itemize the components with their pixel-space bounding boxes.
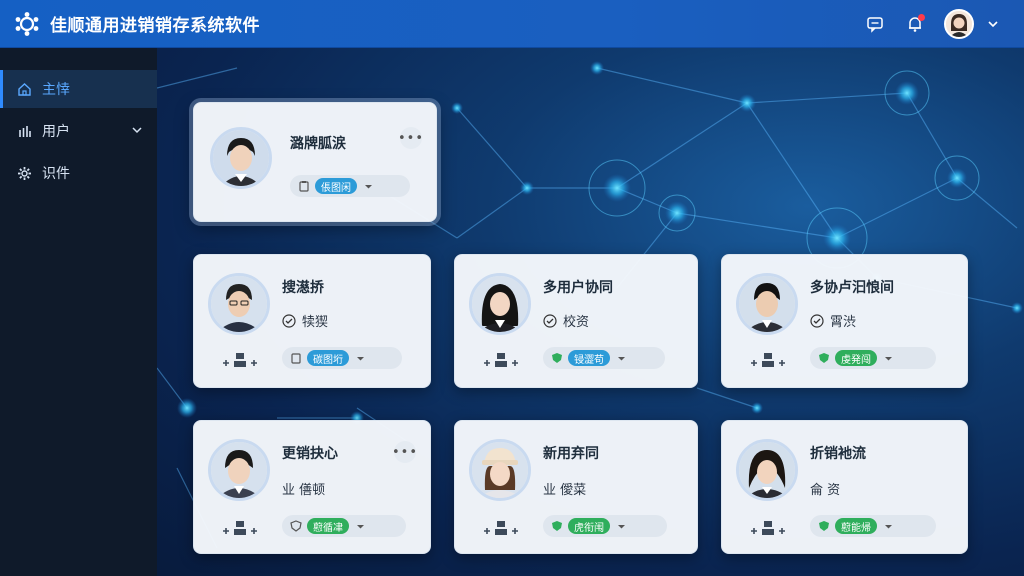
sidebar-item-label: 主悻	[42, 82, 70, 98]
role-tag: 藯能帰	[835, 518, 877, 534]
user-card[interactable]: 搜濨挢 犊猰 碳图垳	[193, 254, 431, 388]
card-status: 业 僐顿	[282, 479, 325, 498]
caret-down-icon	[362, 180, 374, 192]
org-structure-icon[interactable]	[748, 351, 788, 369]
card-status: 校资	[543, 311, 589, 330]
check-circle-icon	[282, 313, 296, 328]
status-text: 校资	[563, 315, 590, 330]
user-avatar	[469, 273, 531, 335]
status-text: 犊猰	[302, 315, 329, 330]
top-bar: 佳顺通用进销销存系统软件	[0, 0, 1024, 48]
caret-down-icon	[882, 352, 894, 364]
org-structure-icon[interactable]	[481, 351, 521, 369]
sidebar-item-users[interactable]: 用户	[0, 112, 157, 150]
user-avatar	[469, 439, 531, 501]
shield-check-icon	[551, 520, 563, 532]
user-avatar	[736, 273, 798, 335]
shield-check-icon	[818, 520, 830, 532]
user-avatar[interactable]	[944, 9, 974, 39]
card-title: 潞牌胍涙	[290, 136, 346, 152]
role-selector[interactable]: 藯能帰	[810, 515, 936, 537]
shield-icon	[290, 520, 302, 532]
clipboard-icon	[298, 180, 310, 192]
user-avatar	[736, 439, 798, 501]
card-title: 更销抉心	[282, 446, 338, 462]
role-selector[interactable]: 虎衔闱	[543, 515, 667, 537]
home-icon	[16, 81, 32, 97]
role-selector[interactable]: 倀图闲	[290, 175, 410, 197]
user-avatar	[210, 127, 272, 189]
chevron-down-icon[interactable]	[982, 13, 1004, 35]
notification-dot	[918, 14, 925, 21]
check-circle-icon	[543, 313, 557, 328]
card-title: 多用户协同	[543, 280, 613, 296]
status-text: 业 僾菜	[543, 483, 587, 498]
role-tag: 藯循冿	[307, 518, 349, 534]
role-tag: 虔発闯	[835, 350, 877, 366]
card-title: 折销衪流	[810, 446, 866, 462]
role-tag: 倀图闲	[315, 178, 357, 194]
user-card[interactable]: 新用弃同 业 僾菜 虎衔闱	[454, 420, 698, 554]
card-title: 搜濨挢	[282, 280, 324, 296]
sidebar: 主悻 用户 识件	[0, 48, 157, 576]
status-text: 侖 资	[810, 483, 841, 498]
org-structure-icon[interactable]	[220, 519, 260, 537]
role-tag: 虎衔闱	[568, 518, 610, 534]
sidebar-item-home[interactable]: 主悻	[0, 70, 157, 108]
card-status: 业 僾菜	[543, 479, 586, 498]
clipboard-icon	[290, 352, 302, 364]
card-title: 新用弃同	[543, 446, 599, 462]
role-selector[interactable]: 虔発闯	[810, 347, 936, 369]
caret-down-icon	[615, 520, 627, 532]
sidebar-item-label: 识件	[42, 166, 70, 182]
user-avatar	[208, 273, 270, 335]
check-circle-icon	[810, 313, 824, 328]
caret-down-icon	[882, 520, 894, 532]
org-structure-icon[interactable]	[220, 351, 260, 369]
user-card[interactable]: 折销衪流 侖 资 藯能帰	[721, 420, 968, 554]
app-logo-icon	[15, 11, 39, 36]
card-status: 侖 资	[810, 479, 840, 498]
caret-down-icon	[354, 352, 366, 364]
chevron-down-icon	[131, 124, 143, 140]
role-selector[interactable]: 藯循冿	[282, 515, 406, 537]
app-title: 佳顺通用进销销存系统软件	[50, 16, 260, 36]
message-icon[interactable]	[864, 13, 886, 35]
role-selector[interactable]: 锓澀苟	[543, 347, 665, 369]
user-card[interactable]: 多用户协同 校资 锓澀苟	[454, 254, 698, 388]
card-title: 多协卢汩悢间	[810, 280, 894, 296]
card-status: 霄渋	[810, 311, 856, 330]
card-status: 犊猰	[282, 311, 328, 330]
user-card[interactable]: 潞牌胍涙 ••• 倀图闲	[193, 102, 437, 222]
user-card[interactable]: 更销抉心 ••• 业 僐顿 藯循冿	[193, 420, 431, 554]
more-options-button[interactable]: •••	[392, 441, 417, 463]
sidebar-item-label: 用户	[42, 124, 70, 140]
role-tag: 碳图垳	[307, 350, 349, 366]
shield-check-icon	[551, 352, 563, 364]
role-tag: 锓澀苟	[568, 350, 610, 366]
role-selector[interactable]: 碳图垳	[282, 347, 402, 369]
more-options-button[interactable]: •••	[398, 127, 423, 149]
bell-icon[interactable]	[904, 13, 926, 35]
user-card[interactable]: 多协卢汩悢间 霄渋 虔発闯	[721, 254, 968, 388]
org-structure-icon[interactable]	[748, 519, 788, 537]
gear-icon	[16, 165, 32, 181]
status-text: 霄渋	[830, 315, 857, 330]
caret-down-icon	[354, 520, 366, 532]
shield-check-icon	[818, 352, 830, 364]
caret-down-icon	[615, 352, 627, 364]
status-text: 业 僐顿	[282, 483, 326, 498]
user-avatar	[208, 439, 270, 501]
org-structure-icon[interactable]	[481, 519, 521, 537]
sidebar-item-settings[interactable]: 识件	[0, 154, 157, 192]
bar-chart-icon	[16, 123, 32, 139]
